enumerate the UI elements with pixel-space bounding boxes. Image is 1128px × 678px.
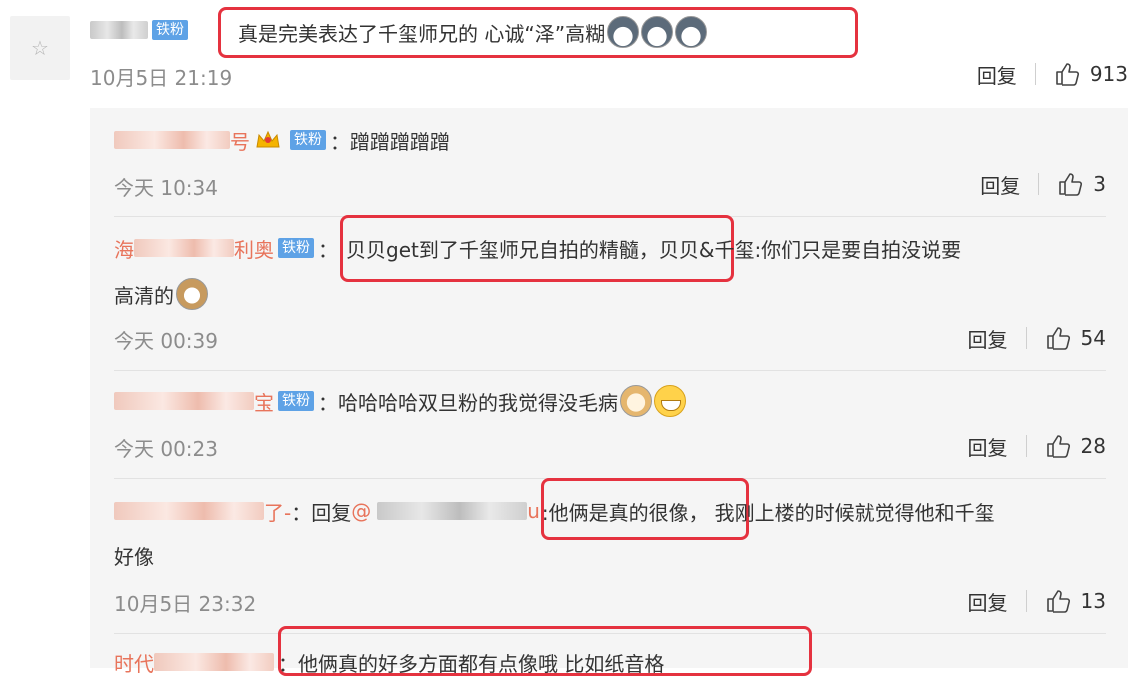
thumbs-up-icon[interactable] <box>1045 433 1071 459</box>
reply-5-header: 时代 ：他俩真的好多方面都有点像哦 比如纸音格 <box>114 646 664 678</box>
username-blurred[interactable] <box>134 239 234 257</box>
colon: ： <box>318 237 338 262</box>
like-count: 54 <box>1080 326 1106 350</box>
cat-emoji-icon <box>176 278 208 310</box>
reply-button[interactable]: 回复 <box>968 432 1008 461</box>
reply-text: 蹭蹭蹭蹭蹭 <box>350 129 450 154</box>
reply-actions: 回复 28 <box>900 432 1106 460</box>
reply-2-line2: 高清的 <box>114 278 208 310</box>
thumbs-up-icon[interactable] <box>1045 325 1071 351</box>
mention-suffix[interactable]: u <box>527 499 540 523</box>
main-comment-actions: 回复 913 <box>900 60 1128 88</box>
username-prefix[interactable]: 时代 <box>114 648 154 677</box>
username-prefix[interactable]: 海 <box>114 234 134 263</box>
mention-symbol[interactable]: @ <box>351 499 371 523</box>
reply-1-header: 号 铁粉 ： 蹭蹭蹭蹭蹭 <box>114 124 450 156</box>
main-comment-time: 10月5日 21:19 <box>90 66 233 90</box>
reply-button[interactable]: 回复 <box>968 324 1008 353</box>
husky-emoji-icon <box>675 16 708 48</box>
reply-text: 贝贝&千玺:你们只是要自拍没说要 <box>658 237 962 262</box>
reply-2-header: 海 利奥 铁粉 ： 贝贝get到了千玺师兄自拍的精髓， 贝贝&千玺:你们只是要自… <box>114 232 961 264</box>
username-suffix[interactable]: 了- <box>264 497 291 526</box>
fan-badge[interactable]: 铁粉 <box>278 238 314 258</box>
reply-text-highlighted: ：他俩真的好多方面都有点像哦 比如纸音格 <box>278 651 665 676</box>
thumbs-up-icon[interactable] <box>1057 171 1083 197</box>
reply-time: 今天 00:39 <box>114 329 218 353</box>
reply-text: 我刚上楼的时候就觉得他和千玺 <box>714 500 995 525</box>
reply-button[interactable]: 回复 <box>980 170 1020 199</box>
reply-prefix: ：回复 <box>291 500 352 525</box>
reply-4-header: 了- ：回复 @ u :他俩是真的很像， 我刚上楼的时候就觉得他和千玺 <box>114 495 995 527</box>
husky-emoji-icon <box>607 16 640 48</box>
separator <box>1025 435 1027 457</box>
colon: ： <box>330 129 350 154</box>
like-count: 28 <box>1080 434 1106 458</box>
crown-vip-icon <box>256 130 280 148</box>
separator <box>1025 590 1027 612</box>
grin-emoji-icon <box>654 385 686 417</box>
colon: ： <box>318 390 338 415</box>
username-blurred[interactable] <box>114 131 230 149</box>
main-comment-header: 铁粉 <box>90 14 192 46</box>
username-blurred[interactable] <box>154 653 274 671</box>
reply-actions: 回复 3 <box>900 170 1106 198</box>
reply-button[interactable]: 回复 <box>977 60 1017 89</box>
reply-text-highlighted: 贝贝get到了千玺师兄自拍的精髓， <box>346 237 659 262</box>
reply-3-header: 宝 铁粉 ： 哈哈哈哈双旦粉的我觉得没毛病 <box>114 385 686 417</box>
username-blurred[interactable] <box>114 392 254 410</box>
main-comment-text-row: 真是完美表达了千玺师兄的 心诚“泽”高糊 <box>238 16 708 48</box>
separator <box>1034 63 1036 85</box>
like-count: 913 <box>1089 62 1128 86</box>
thumbs-up-icon[interactable] <box>1054 61 1080 87</box>
fan-badge[interactable]: 铁粉 <box>152 20 188 40</box>
reply-time: 10月5日 23:32 <box>114 592 257 616</box>
thumbs-up-icon[interactable] <box>1045 588 1071 614</box>
separator <box>1038 173 1040 195</box>
fan-badge[interactable]: 铁粉 <box>290 130 326 150</box>
reply-text-highlighted: :他俩是真的很像， <box>541 500 709 525</box>
avatar-placeholder-icon: ☆ <box>31 36 49 60</box>
username-blurred[interactable] <box>90 21 148 39</box>
reply-text: 好像 <box>114 544 154 569</box>
reply-time: 今天 00:23 <box>114 437 218 461</box>
reply-actions: 回复 54 <box>900 324 1106 352</box>
divider <box>114 370 1106 371</box>
reply-actions: 回复 13 <box>900 587 1106 615</box>
husky-emoji-icon <box>641 16 674 48</box>
reply-4-line2: 好像 <box>114 539 154 571</box>
mention-blurred[interactable] <box>377 502 528 520</box>
reply-text: 哈哈哈哈双旦粉的我觉得没毛病 <box>338 390 618 415</box>
username-blurred[interactable] <box>114 502 264 520</box>
username-suffix[interactable]: 利奥 <box>234 234 274 263</box>
username-suffix[interactable]: 宝 <box>254 387 274 416</box>
like-count: 3 <box>1093 172 1106 196</box>
doge-emoji-icon <box>620 385 652 417</box>
avatar[interactable]: ☆ <box>10 16 70 80</box>
fan-badge[interactable]: 铁粉 <box>278 391 314 411</box>
reply-button[interactable]: 回复 <box>968 587 1008 616</box>
main-comment-text: 真是完美表达了千玺师兄的 心诚“泽”高糊 <box>238 21 606 46</box>
reply-text: 高清的 <box>114 283 174 308</box>
reply-time: 今天 10:34 <box>114 176 218 200</box>
username-suffix[interactable]: 号 <box>230 126 250 155</box>
separator <box>1025 327 1027 349</box>
like-count: 13 <box>1080 589 1106 613</box>
